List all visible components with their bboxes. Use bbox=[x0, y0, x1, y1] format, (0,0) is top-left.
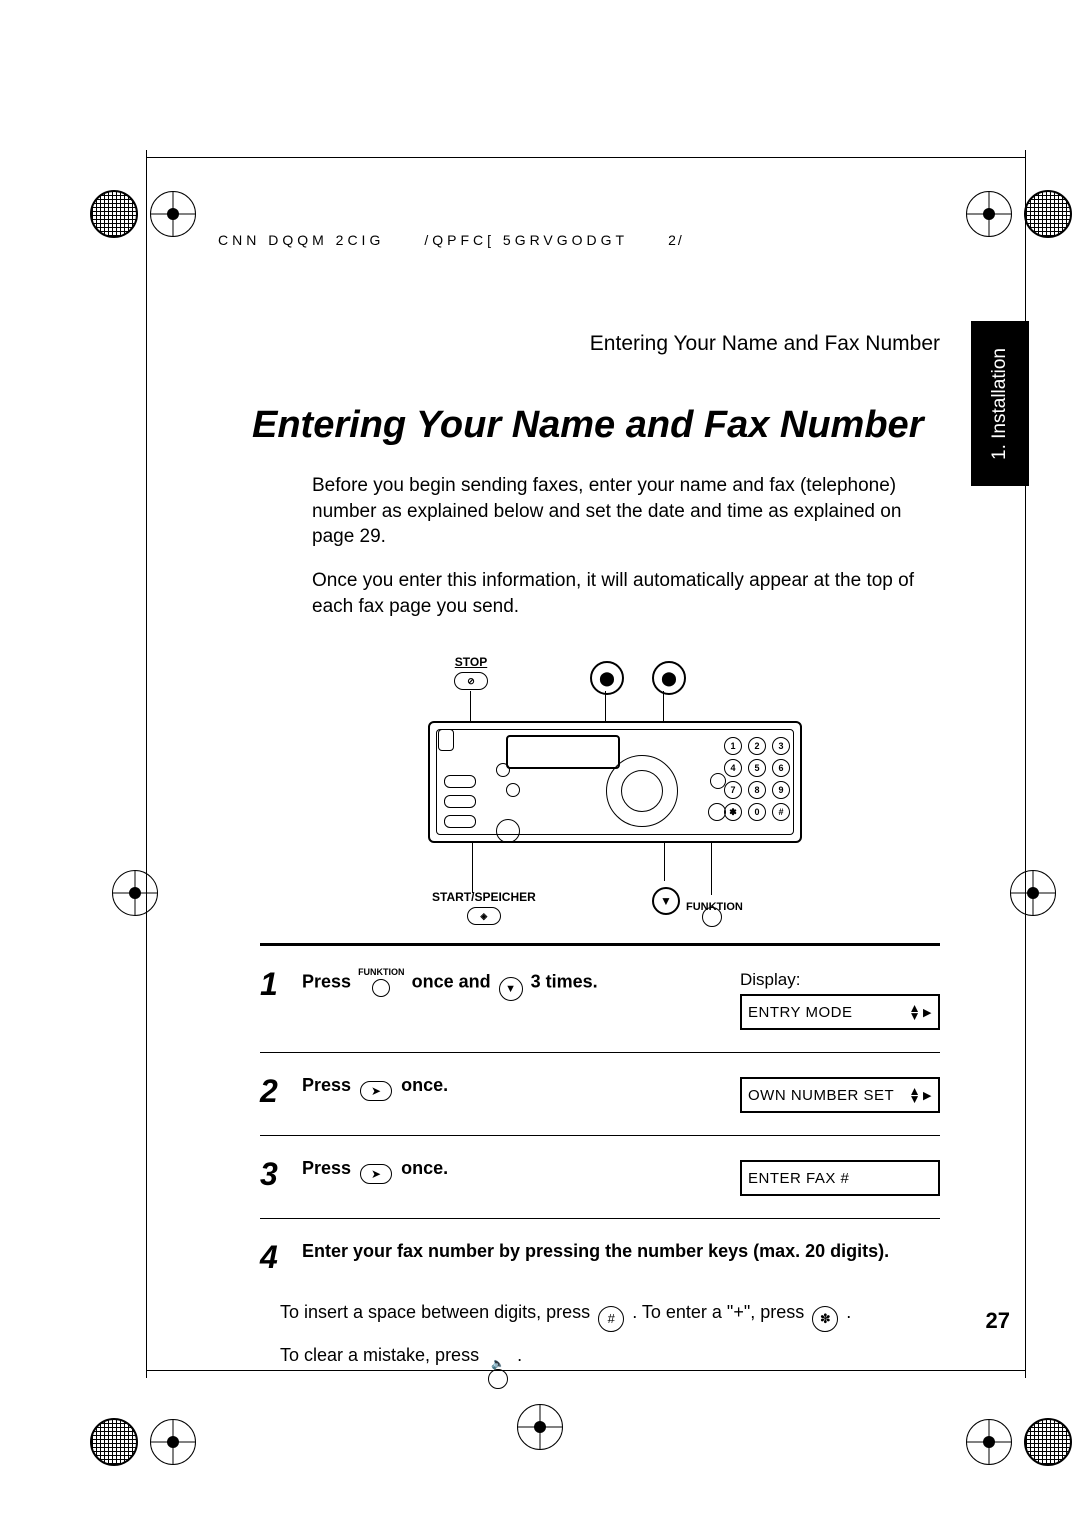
step-2: 2 Press ➤ once. OWN NUMBER SET ▲▼ ▶ bbox=[260, 1053, 940, 1136]
stop-icon: ⊘ bbox=[454, 672, 488, 690]
page-number: 27 bbox=[986, 1308, 1010, 1334]
fax-device: 1 2 3 4 5 6 7 8 9 ✽ 0 # bbox=[428, 721, 802, 843]
step-4: 4 Enter your fax number by pressing the … bbox=[260, 1219, 940, 1395]
star-key-icon: ✽ bbox=[812, 1306, 838, 1332]
lcd-slot bbox=[506, 735, 620, 769]
reg-mark-bottom-mid bbox=[517, 1404, 563, 1450]
step-number: 4 bbox=[260, 1241, 290, 1273]
lcd-readout: ENTRY MODE ▲▼ ▶ bbox=[740, 994, 940, 1030]
step-body: Press FUNKTION once and ▼ 3 times. bbox=[302, 968, 728, 1001]
intro-paragraph-1: Before you begin sending faxes, enter yo… bbox=[312, 473, 932, 550]
header-code: CNN DQQM 2CIG bbox=[218, 232, 384, 248]
funktion-key-icon: FUNKTION bbox=[358, 968, 405, 997]
step-list: 1 Press FUNKTION once and ▼ 3 times. Dis… bbox=[260, 943, 940, 1395]
lcd-readout: OWN NUMBER SET ▲▼ ▶ bbox=[740, 1077, 940, 1113]
reg-mark-bottom-right bbox=[966, 1418, 1072, 1466]
mid-indicators bbox=[496, 757, 520, 843]
key-3: 3 bbox=[772, 737, 790, 755]
running-head: Entering Your Name and Fax Number bbox=[260, 332, 940, 356]
key-2: 2 bbox=[748, 737, 766, 755]
key-6: 6 bbox=[772, 759, 790, 777]
left-arrow-icon: ⬤ bbox=[590, 661, 624, 695]
reg-mark-right-mid bbox=[1010, 870, 1056, 916]
header-code-row: CNN DQQM 2CIG /QPFC[ 5GRVGODGT 2/ bbox=[218, 232, 838, 248]
step-number: 3 bbox=[260, 1158, 290, 1190]
step-3: 3 Press ➤ once. ENTER FAX # bbox=[260, 1136, 940, 1219]
step-4-details: To insert a space between digits, press … bbox=[280, 1291, 940, 1389]
stop-label: STOP ⊘ bbox=[454, 655, 488, 690]
leader-line bbox=[664, 839, 665, 881]
right-oval-key-icon: ➤ bbox=[360, 1164, 392, 1184]
crop-line bbox=[146, 150, 147, 1378]
intro-paragraph-2: Once you enter this information, it will… bbox=[312, 568, 932, 619]
chapter-tab-label: 1. Installation bbox=[989, 348, 1011, 460]
reg-mark-left-mid bbox=[112, 870, 158, 916]
jog-dial bbox=[606, 755, 678, 827]
step-body: Enter your fax number by pressing the nu… bbox=[302, 1241, 940, 1273]
reg-mark-top-left bbox=[90, 190, 196, 238]
crop-line bbox=[146, 157, 1026, 158]
speaker-key-icon: 🔈 bbox=[488, 1360, 508, 1389]
step-number: 2 bbox=[260, 1075, 290, 1107]
step-body: Press ➤ once. bbox=[302, 1075, 728, 1101]
down-oval-icon: ▼ bbox=[652, 887, 680, 915]
header-file: /QPFC[ 5GRVGODGT bbox=[424, 232, 628, 248]
updown-icon: ▲▼ bbox=[909, 1087, 921, 1104]
numeric-keypad: 1 2 3 4 5 6 7 8 9 ✽ 0 # bbox=[724, 737, 790, 821]
right-tri-icon: ▶ bbox=[923, 1006, 932, 1019]
start-icon: ◈ bbox=[467, 907, 501, 925]
page-title: Entering Your Name and Fax Number bbox=[252, 404, 940, 447]
key-star: ✽ bbox=[724, 803, 742, 821]
right-oval-key-icon: ➤ bbox=[360, 1081, 392, 1101]
key-7: 7 bbox=[724, 781, 742, 799]
key-hash: # bbox=[772, 803, 790, 821]
chapter-tab: 1. Installation bbox=[971, 321, 1029, 486]
step-number: 1 bbox=[260, 968, 290, 1000]
key-1: 1 bbox=[724, 737, 742, 755]
arrow-buttons-row: ⬤ ⬤ bbox=[590, 661, 686, 695]
reg-mark-bottom-left bbox=[90, 1418, 196, 1466]
updown-icon: ▲▼ bbox=[909, 1004, 921, 1021]
right-tri-icon: ▶ bbox=[923, 1089, 932, 1102]
step-body: Press ➤ once. bbox=[302, 1158, 728, 1184]
funktion-circle-icon bbox=[702, 907, 722, 927]
page-sheet: CNN DQQM 2CIG /QPFC[ 5GRVGODGT 2/ 1. Ins… bbox=[0, 0, 1080, 1528]
start-label: START/SPEICHER ◈ bbox=[432, 890, 536, 925]
key-9: 9 bbox=[772, 781, 790, 799]
down-key-icon: ▼ bbox=[499, 977, 523, 1001]
hash-key-icon: # bbox=[598, 1306, 624, 1332]
leader-line bbox=[663, 691, 664, 723]
right-arrow-icon: ⬤ bbox=[652, 661, 686, 695]
handset-icon bbox=[438, 729, 454, 751]
left-oval-buttons bbox=[444, 775, 476, 835]
reg-mark-top-right bbox=[966, 190, 1072, 238]
leader-line bbox=[605, 691, 606, 723]
leader-line bbox=[711, 839, 712, 895]
key-4: 4 bbox=[724, 759, 742, 777]
step-display: OWN NUMBER SET ▲▼ ▶ bbox=[740, 1075, 940, 1113]
page-content: Entering Your Name and Fax Number Enteri… bbox=[260, 332, 940, 1395]
key-8: 8 bbox=[748, 781, 766, 799]
header-extra: 2/ bbox=[668, 232, 684, 248]
key-0: 0 bbox=[748, 803, 766, 821]
display-label: Display: bbox=[740, 970, 940, 990]
step-display: Display: ENTRY MODE ▲▼ ▶ bbox=[740, 968, 940, 1030]
leader-line bbox=[472, 839, 473, 893]
step-display: ENTER FAX # bbox=[740, 1158, 940, 1196]
key-5: 5 bbox=[748, 759, 766, 777]
step-1: 1 Press FUNKTION once and ▼ 3 times. Dis… bbox=[260, 946, 940, 1053]
lcd-readout: ENTER FAX # bbox=[740, 1160, 940, 1196]
device-figure: STOP ⊘ ⬤ ⬤ bbox=[386, 655, 836, 925]
